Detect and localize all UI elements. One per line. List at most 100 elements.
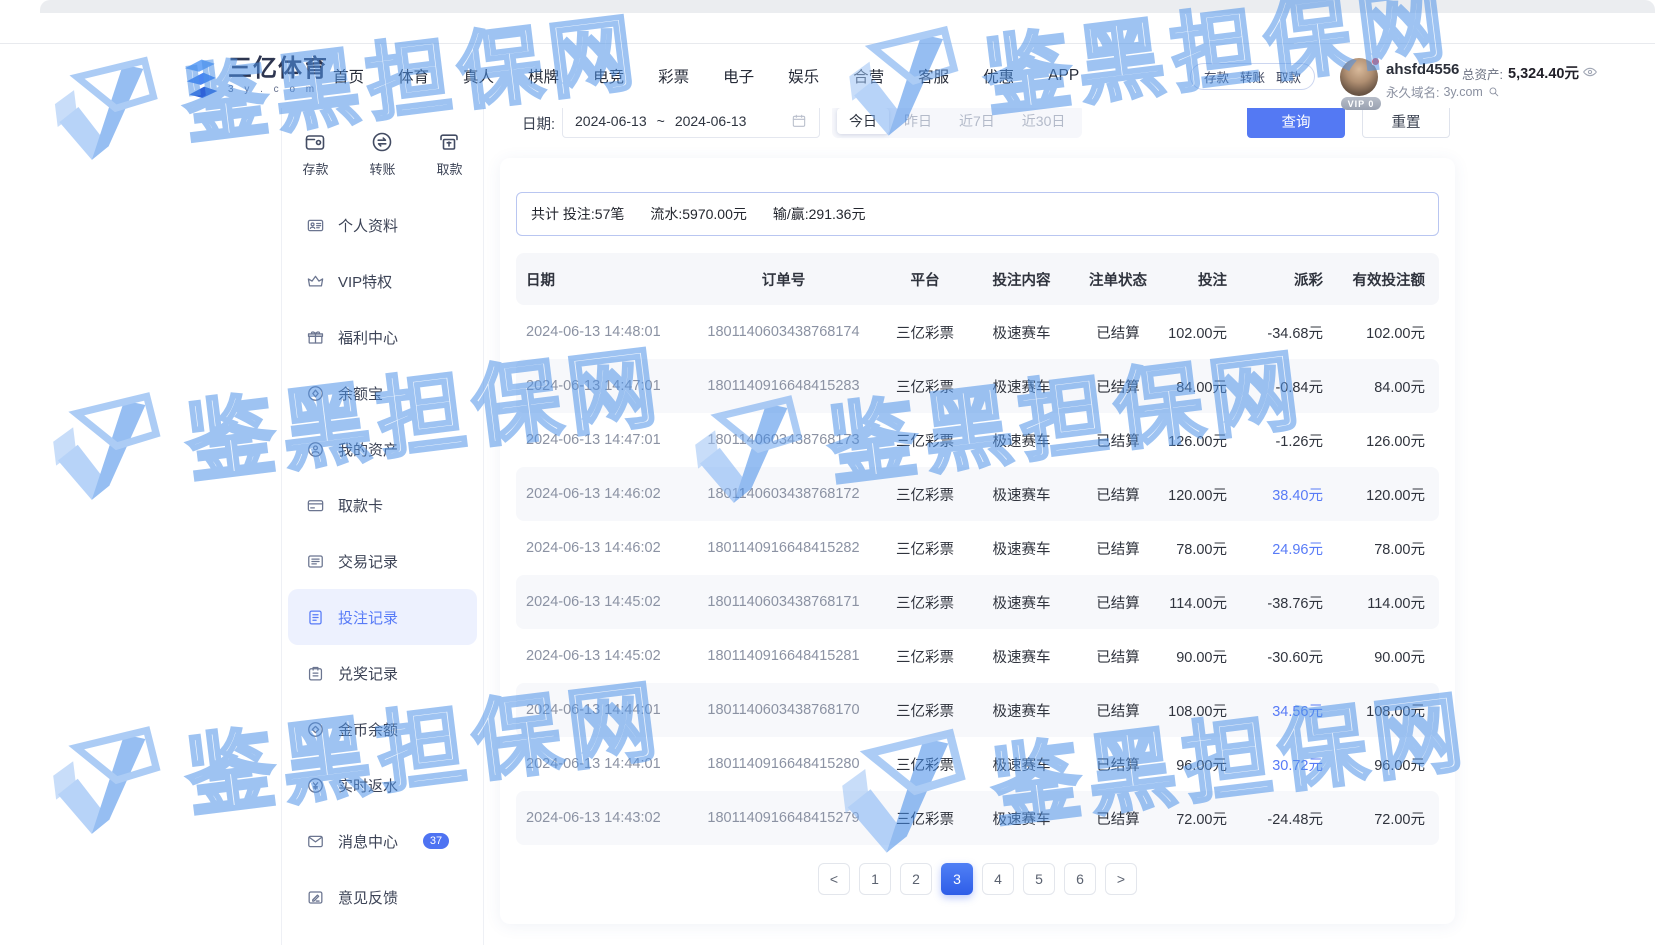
nav-item-app[interactable]: APP — [1048, 67, 1079, 85]
sidebar-item-transaction-records[interactable]: 交易记录 — [288, 533, 477, 589]
nav-item-chess[interactable]: 棋牌 — [528, 65, 559, 87]
quick-action-label: 存款 — [302, 159, 328, 178]
brand-logo-icon[interactable] — [176, 56, 222, 98]
page-button-3[interactable]: 3 — [941, 863, 973, 895]
date-from: 2024-06-13 — [575, 113, 647, 129]
deposit-link[interactable]: 存款 — [1204, 67, 1229, 86]
prev-page-button[interactable]: < — [818, 863, 850, 895]
cell-platform: 三亿彩票 — [881, 538, 969, 559]
quick-action-transfer[interactable]: 转账 — [369, 130, 395, 178]
quick-action-withdraw[interactable]: 取款 — [436, 130, 462, 178]
sidebar-item-welfare-center[interactable]: 福利中心 — [288, 309, 477, 365]
sidebar-item-withdraw-card[interactable]: 取款卡 — [288, 477, 477, 533]
guarantee-logo-icon — [39, 722, 173, 856]
rebate-icon — [306, 776, 325, 795]
sidebar-item-feedback[interactable]: 意见反馈 — [288, 869, 477, 925]
nav-item-home[interactable]: 首页 — [333, 65, 364, 87]
page-button-6[interactable]: 6 — [1064, 863, 1096, 895]
pagination: < 123456 > — [516, 863, 1439, 895]
notification-dot — [1371, 57, 1380, 66]
sidebar-item-bet-records[interactable]: 投注记录 — [288, 589, 477, 645]
sidebar-item-message-center[interactable]: 消息中心37 — [288, 813, 477, 869]
sidebar-item-vip-privilege[interactable]: VIP特权 — [288, 253, 477, 309]
goldcoin-icon — [306, 720, 325, 739]
main-nav: 首页 体育 真人 棋牌 电竞 彩票 电子 娱乐 合营 客服 优惠 APP — [333, 44, 1079, 108]
nav-item-lottery[interactable]: 彩票 — [658, 65, 689, 87]
table-row: 2024-06-13 14:46:021801140916648415282三亿… — [516, 521, 1439, 575]
sidebar-item-label: 兑奖记录 — [338, 663, 398, 684]
date-range-input[interactable]: 2024-06-13 ~ 2024-06-13 — [562, 104, 820, 138]
sidebar-item-label: 取款卡 — [338, 495, 383, 516]
page-button-1[interactable]: 1 — [859, 863, 891, 895]
coin-icon — [306, 384, 325, 403]
nav-item-slots[interactable]: 电子 — [723, 65, 754, 87]
browser-tab-strip — [40, 0, 1655, 13]
transfer-link[interactable]: 转账 — [1240, 67, 1265, 86]
search-icon[interactable] — [1487, 85, 1500, 98]
sidebar-item-label: 我的资产 — [338, 439, 398, 460]
brand-logo-text[interactable]: 三亿体育 3 y . c o m — [228, 57, 328, 95]
nav-item-customer-service[interactable]: 客服 — [918, 65, 949, 87]
page-button-2[interactable]: 2 — [900, 863, 932, 895]
cell-content: 极速赛车 — [969, 592, 1074, 613]
cell-status: 已结算 — [1074, 754, 1162, 775]
nav-item-esports[interactable]: 电竞 — [593, 65, 624, 87]
gift-icon — [306, 328, 325, 347]
quick-action-deposit[interactable]: 存款 — [302, 130, 328, 178]
nav-item-entertainment[interactable]: 娱乐 — [788, 65, 819, 87]
quick-filter-last-7-days[interactable]: 近7日 — [947, 108, 1007, 134]
quick-filter-today[interactable]: 今日 — [837, 108, 889, 134]
table-row: 2024-06-13 14:43:021801140916648415279三亿… — [516, 791, 1439, 845]
summary-winloss: 输/赢:291.36元 — [773, 204, 866, 224]
account-sidebar: 存款 转账取款 个人资料VIP特权福利中心余额宝我的资产取款卡交易记录投注记录兑奖… — [281, 108, 484, 945]
sidebar-item-label: 金币余额 — [338, 719, 398, 740]
domain-label: 永久域名: — [1386, 82, 1439, 101]
username[interactable]: ahsfd4556 — [1386, 61, 1459, 78]
nav-item-promotions[interactable]: 优惠 — [983, 65, 1014, 87]
cell-date: 2024-06-13 14:46:02 — [516, 540, 686, 556]
table-body: 2024-06-13 14:48:011801140603438768174三亿… — [516, 305, 1439, 845]
sidebar-item-label: 投注记录 — [338, 607, 398, 628]
quick-filter-yesterday[interactable]: 昨日 — [892, 108, 944, 134]
page-buttons: 123456 — [859, 863, 1096, 895]
sidebar-item-my-assets[interactable]: 我的资产 — [288, 421, 477, 477]
cell-valid: 78.00元 — [1343, 538, 1439, 559]
quick-action-label: 取款 — [436, 159, 462, 178]
page-button-4[interactable]: 4 — [982, 863, 1014, 895]
summary-turnover: 流水:5970.00元 — [650, 204, 747, 224]
cell-bet: 114.00元 — [1162, 592, 1247, 613]
sidebar-quick-actions: 存款 转账取款 — [282, 130, 483, 178]
cell-status: 已结算 — [1074, 592, 1162, 613]
sidebar-item-gold-balance[interactable]: 金币余额 — [288, 701, 477, 757]
sidebar-item-realtime-rebate[interactable]: 实时返水 — [288, 757, 477, 813]
column-header: 派彩 — [1247, 269, 1343, 290]
sidebar-item-yuebao[interactable]: 余额宝 — [288, 365, 477, 421]
table-row: 2024-06-13 14:44:011801140603438768170三亿… — [516, 683, 1439, 737]
cell-platform: 三亿彩票 — [881, 700, 969, 721]
nav-item-joint-venture[interactable]: 合营 — [853, 65, 884, 87]
sidebar-item-redeem-records[interactable]: 兑奖记录 — [288, 645, 477, 701]
sidebar-item-profile[interactable]: 个人资料 — [288, 197, 477, 253]
cell-payout: -38.76元 — [1247, 592, 1343, 613]
cell-platform: 三亿彩票 — [881, 322, 969, 343]
page-button-5[interactable]: 5 — [1023, 863, 1055, 895]
cell-status: 已结算 — [1074, 538, 1162, 559]
quick-filter-last-30-days[interactable]: 近30日 — [1010, 108, 1078, 134]
permanent-domain: 永久域名: 3y.com — [1386, 82, 1500, 101]
next-page-button[interactable]: > — [1105, 863, 1137, 895]
cell-content: 极速赛车 — [969, 538, 1074, 559]
query-button[interactable]: 查询 — [1247, 104, 1345, 138]
cell-order: 1801140916648415279 — [686, 810, 881, 826]
withdraw-link[interactable]: 取款 — [1276, 67, 1301, 86]
cell-bet: 84.00元 — [1162, 376, 1247, 397]
eye-icon[interactable] — [1582, 64, 1598, 80]
nav-item-sports[interactable]: 体育 — [398, 65, 429, 87]
table-header-row: 日期订单号平台投注内容注单状态投注派彩有效投注额 — [516, 253, 1439, 305]
cell-date: 2024-06-13 14:46:02 — [516, 486, 686, 502]
nav-item-live-casino[interactable]: 真人 — [463, 65, 494, 87]
avatar[interactable] — [1340, 58, 1378, 96]
table-row: 2024-06-13 14:47:011801140603438768173三亿… — [516, 413, 1439, 467]
cell-date: 2024-06-13 14:47:01 — [516, 432, 686, 448]
cell-valid: 108.00元 — [1343, 700, 1439, 721]
cell-date: 2024-06-13 14:44:01 — [516, 756, 686, 772]
